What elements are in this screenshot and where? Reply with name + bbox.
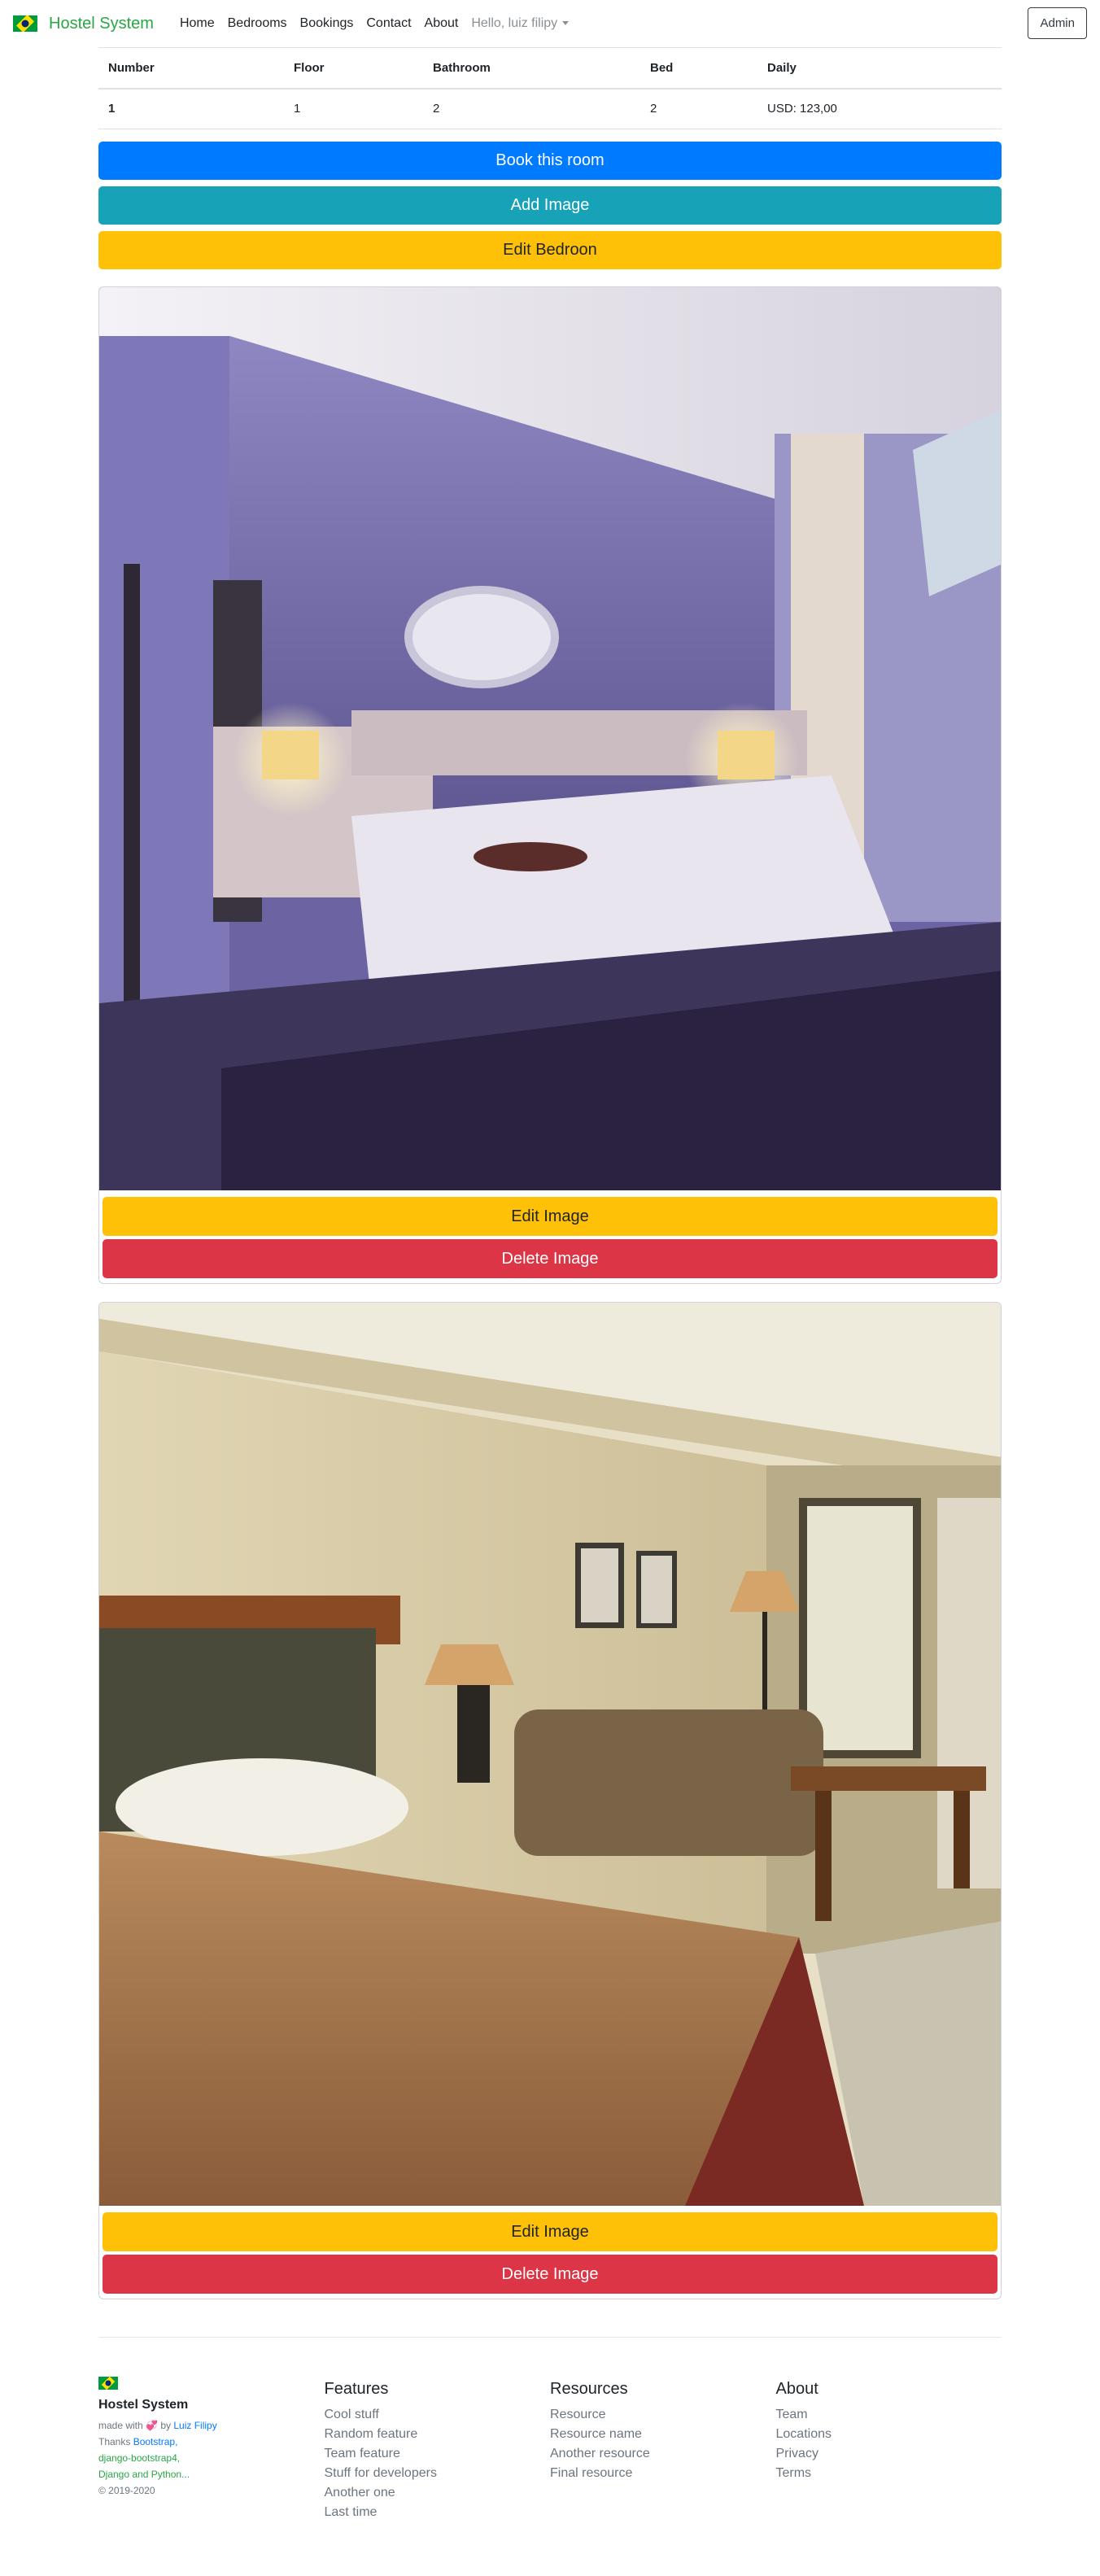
header-daily: Daily xyxy=(757,47,1002,90)
django-bootstrap-link[interactable]: django-bootstrap4, xyxy=(98,2452,180,2464)
cell-floor: 1 xyxy=(284,88,423,129)
delete-image-button[interactable]: Delete Image xyxy=(103,2255,997,2294)
image-card: Edit Image Delete Image xyxy=(98,286,1002,1284)
footer-thanks-3: Django and Python... xyxy=(98,2466,325,2482)
footer-features-column: Features Cool stuff Random feature Team … xyxy=(325,2377,551,2522)
navbar: Hostel System Home Bedrooms Bookings Con… xyxy=(0,0,1100,47)
header-bathroom: Bathroom xyxy=(423,47,640,90)
brand-name[interactable]: Hostel System xyxy=(49,15,154,33)
add-image-wrap: Add Image xyxy=(98,186,1002,225)
bedroom-photo-beige xyxy=(99,1303,1001,2206)
room-table: Number Floor Bathroom Bed Daily 1 1 2 2 … xyxy=(98,47,1002,129)
nav-contact[interactable]: Contact xyxy=(360,16,417,31)
footer-made-with: made with 💞 by Luiz Filipy xyxy=(98,2417,325,2434)
footer-link[interactable]: Random feature xyxy=(325,2425,551,2444)
delete-image-button[interactable]: Delete Image xyxy=(103,1239,997,1278)
footer-about-column: About Team Locations Privacy Terms xyxy=(776,2377,1002,2522)
nav-bedrooms[interactable]: Bedrooms xyxy=(221,16,294,31)
user-menu-dropdown[interactable]: Hello, luiz filipy xyxy=(465,16,575,31)
nav-home[interactable]: Home xyxy=(173,16,221,31)
nav-links: Home Bedrooms Bookings Contact About Hel… xyxy=(173,16,575,31)
footer-link[interactable]: Cool stuff xyxy=(325,2405,551,2425)
footer-link[interactable]: Last time xyxy=(325,2503,551,2522)
footer-link[interactable]: Locations xyxy=(776,2425,1002,2444)
cell-bed: 2 xyxy=(640,88,757,129)
bedroom-photo-purple xyxy=(99,287,1001,1190)
cell-bathroom: 2 xyxy=(423,88,640,129)
footer-link[interactable]: Another resource xyxy=(550,2444,776,2464)
edit-image-button[interactable]: Edit Image xyxy=(103,2212,997,2251)
author-link[interactable]: Luiz Filipy xyxy=(173,2420,216,2431)
caret-down-icon xyxy=(562,21,570,26)
image-card-actions: Edit Image Delete Image xyxy=(99,1190,1001,1283)
footer-link[interactable]: Resource xyxy=(550,2405,776,2425)
footer-features-title: Features xyxy=(324,2380,389,2398)
cell-daily: USD: 123,00 xyxy=(757,88,1002,129)
footer-link[interactable]: Final resource xyxy=(550,2464,776,2483)
footer-link[interactable]: Team feature xyxy=(325,2444,551,2464)
nav-about[interactable]: About xyxy=(418,16,465,31)
book-room-button[interactable]: Book this room xyxy=(98,142,1002,180)
footer-link[interactable]: Team xyxy=(776,2405,1002,2425)
thanks-text: Thanks xyxy=(98,2436,131,2447)
brand[interactable]: Hostel System xyxy=(13,15,154,33)
admin-button[interactable]: Admin xyxy=(1028,7,1087,39)
room-photo xyxy=(99,287,1001,1190)
image-card: Edit Image Delete Image xyxy=(98,1302,1002,2299)
heart-icon: 💞 xyxy=(146,2420,158,2431)
footer-copyright: © 2019-2020 xyxy=(98,2485,155,2496)
room-details: Number Floor Bathroom Bed Daily 1 1 2 2 … xyxy=(98,47,1002,129)
footer-brand: Hostel System xyxy=(98,2398,189,2412)
header-floor: Floor xyxy=(284,47,423,90)
footer: Hostel System made with 💞 by Luiz Filipy… xyxy=(98,2337,1002,2522)
action-buttons: Book this room xyxy=(98,142,1002,180)
footer-link[interactable]: Privacy xyxy=(776,2444,1002,2464)
django-python-link[interactable]: Django and Python... xyxy=(98,2469,190,2480)
footer-resources-title: Resources xyxy=(550,2380,628,2398)
room-photo xyxy=(99,1303,1001,2206)
brazil-flag-icon xyxy=(13,15,37,32)
user-menu-label: Hello, luiz filipy xyxy=(471,16,558,30)
footer-link[interactable]: Resource name xyxy=(550,2425,776,2444)
table-row: 1 1 2 2 USD: 123,00 xyxy=(98,88,1002,129)
made-with-text: made with xyxy=(98,2420,143,2431)
footer-link[interactable]: Terms xyxy=(776,2464,1002,2483)
edit-image-button[interactable]: Edit Image xyxy=(103,1197,997,1236)
footer-thanks-2: django-bootstrap4, xyxy=(98,2450,325,2466)
edit-bedroom-button[interactable]: Edit Bedroon xyxy=(98,231,1002,269)
add-image-button[interactable]: Add Image xyxy=(98,186,1002,225)
brazil-flag-icon xyxy=(98,2377,118,2390)
footer-resources-column: Resources Resource Resource name Another… xyxy=(550,2377,776,2522)
header-bed: Bed xyxy=(640,47,757,90)
cell-number: 1 xyxy=(98,88,284,129)
image-card-actions: Edit Image Delete Image xyxy=(99,2206,1001,2299)
edit-bedroom-wrap: Edit Bedroon xyxy=(98,231,1002,269)
footer-brand-column: Hostel System made with 💞 by Luiz Filipy… xyxy=(98,2377,325,2522)
footer-link[interactable]: Stuff for developers xyxy=(325,2464,551,2483)
nav-bookings[interactable]: Bookings xyxy=(294,16,360,31)
footer-link[interactable]: Another one xyxy=(325,2483,551,2503)
made-by-word: by xyxy=(160,2420,172,2431)
bootstrap-link[interactable]: Bootstrap, xyxy=(133,2436,178,2447)
footer-thanks: Thanks Bootstrap, xyxy=(98,2434,325,2450)
table-header-row: Number Floor Bathroom Bed Daily xyxy=(98,47,1002,90)
footer-about-title: About xyxy=(775,2380,818,2398)
header-number: Number xyxy=(98,47,284,90)
footer-columns: Hostel System made with 💞 by Luiz Filipy… xyxy=(98,2338,1002,2522)
